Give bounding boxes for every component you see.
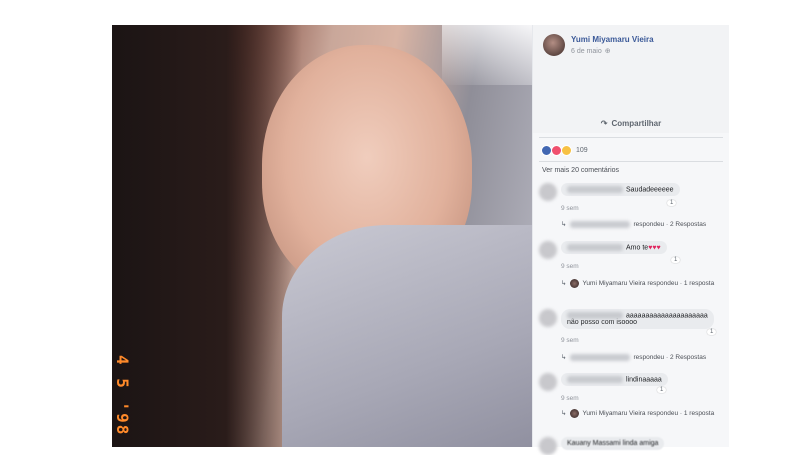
comment-reaction-badge[interactable]: 1 bbox=[667, 200, 677, 206]
comment-bubble: lindinaaaaa bbox=[561, 373, 668, 387]
post-author[interactable]: Yumi Miyamaru Vieira bbox=[571, 35, 654, 44]
commenter-name-blurred[interactable] bbox=[567, 376, 623, 383]
comment-time[interactable]: 9 sem bbox=[561, 395, 579, 402]
divider bbox=[539, 137, 723, 138]
commenter-avatar[interactable] bbox=[539, 437, 557, 455]
commenter-name-blurred[interactable] bbox=[567, 186, 623, 193]
comment-bubble: Kauany Massami linda amiga bbox=[561, 437, 665, 450]
replies-link[interactable]: ↳ respondeu · 2 Respostas bbox=[561, 220, 706, 228]
comment-time[interactable]: 9 sem bbox=[561, 263, 579, 270]
replies-text: respondeu · 2 Respostas bbox=[633, 354, 707, 361]
reply-name-blurred bbox=[570, 220, 631, 228]
comment-text: aaaaaaaaaaaaaaaaaaaaa bbox=[626, 312, 708, 320]
post-sidebar: Yumi Miyamaru Vieira 6 de maio ⊕ ↷ Compart… bbox=[532, 25, 729, 455]
post-time[interactable]: 6 de maio bbox=[571, 48, 602, 55]
photo-glare bbox=[442, 25, 532, 85]
reaction-count: 109 bbox=[576, 147, 588, 154]
commenter-avatar[interactable] bbox=[539, 373, 557, 391]
reply-author: Yumi Miyamaru Vieira bbox=[582, 280, 646, 288]
commenter-avatar[interactable] bbox=[539, 241, 557, 259]
replies-text: respondeu · 2 Respostas bbox=[633, 221, 707, 228]
view-more-comments-link[interactable]: Ver mais 20 comentários bbox=[542, 167, 619, 174]
comment-text: lindinaaaaa bbox=[626, 376, 662, 384]
divider bbox=[539, 161, 723, 162]
replies-link[interactable]: ↳ Yumi Miyamaru Vieira respondeu · 1 resp… bbox=[561, 279, 714, 288]
reply-avatar bbox=[570, 279, 580, 288]
share-label: Compartilhar bbox=[611, 119, 662, 128]
reply-arrow-icon: ↳ bbox=[561, 221, 567, 228]
comment-bubble: Saudadeeeeee bbox=[561, 183, 680, 197]
replies-link[interactable]: ↳ respondeu · 2 Respostas bbox=[561, 353, 706, 361]
comment-reaction-badge[interactable]: 1 bbox=[657, 387, 667, 393]
photo-date-stamp: 4 5 '98 bbox=[113, 355, 132, 437]
reply-avatar bbox=[570, 409, 580, 418]
post-header: Yumi Miyamaru Vieira 6 de maio ⊕ ↷ Compart… bbox=[533, 25, 729, 133]
comment-time[interactable]: 9 sem bbox=[561, 205, 579, 212]
reply-author: Yumi Miyamaru Vieira bbox=[582, 410, 646, 418]
replies-link[interactable]: ↳ Yumi Miyamaru Vieira respondeu · 1 resp… bbox=[561, 409, 714, 418]
photo-sweater-region bbox=[282, 225, 532, 447]
share-button[interactable]: ↷ Compartilhar bbox=[533, 119, 729, 128]
facebook-post: 4 5 '98 Yumi Miyamaru Vieira 6 de maio ⊕ … bbox=[112, 25, 729, 455]
commenter-avatar[interactable] bbox=[539, 309, 557, 327]
share-icon: ↷ bbox=[600, 119, 608, 128]
wow-icon bbox=[561, 145, 572, 156]
hearts-emoji: ♥♥♥ bbox=[648, 244, 661, 252]
post-time-row: 6 de maio ⊕ bbox=[571, 47, 611, 55]
replies-text: respondeu · 1 resposta bbox=[647, 410, 715, 418]
commenter-name-blurred[interactable] bbox=[567, 312, 623, 319]
comment-text: Kauany Massami linda amiga bbox=[567, 440, 659, 447]
reply-arrow-icon: ↳ bbox=[561, 280, 567, 288]
comment-bubble: Amo te♥♥♥ bbox=[561, 241, 667, 255]
reply-arrow-icon: ↳ bbox=[561, 354, 567, 361]
reply-name-blurred bbox=[570, 353, 631, 361]
post-photo[interactable]: 4 5 '98 bbox=[112, 25, 532, 447]
avatar[interactable] bbox=[543, 34, 565, 56]
comment-text-line2: não posso com isoooo bbox=[567, 319, 638, 327]
replies-text: respondeu · 1 resposta bbox=[647, 280, 715, 288]
comment-text: Amo te bbox=[626, 244, 649, 252]
globe-icon: ⊕ bbox=[604, 48, 611, 55]
comment-reaction-badge[interactable]: 1 bbox=[671, 257, 681, 263]
comment-time[interactable]: 9 sem bbox=[561, 337, 579, 344]
reply-arrow-icon: ↳ bbox=[561, 410, 567, 418]
comment-text: Saudadeeeeee bbox=[626, 186, 674, 194]
comment-reaction-badge[interactable]: 1 bbox=[707, 329, 717, 335]
commenter-name-blurred[interactable] bbox=[567, 244, 623, 251]
reactions-summary[interactable]: 109 bbox=[541, 145, 588, 156]
commenter-avatar[interactable] bbox=[539, 183, 557, 201]
comment-bubble: aaaaaaaaaaaaaaaaaaaaa não posso com isoo… bbox=[561, 309, 714, 330]
